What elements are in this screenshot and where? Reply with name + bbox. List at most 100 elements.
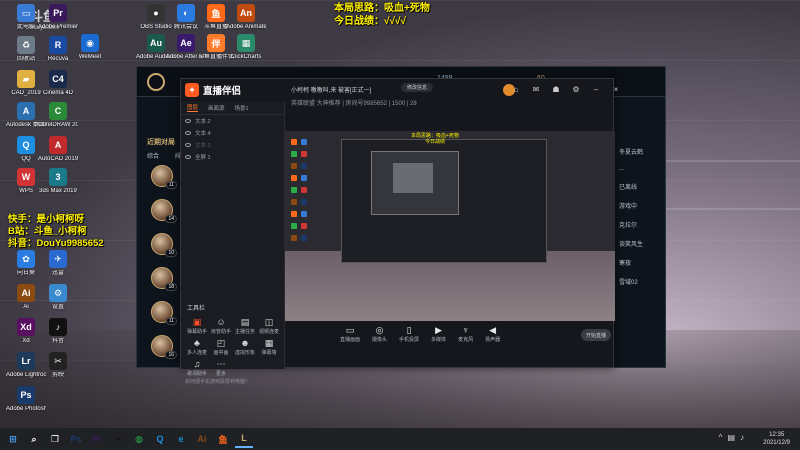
desktop-icon[interactable]: ✂ 剪映: [38, 352, 78, 396]
tool-admin[interactable]: ☺ 房管助手: [209, 317, 233, 335]
friend-entry[interactable]: 谈笑风生: [619, 239, 659, 248]
champion-portrait[interactable]: 11: [151, 165, 177, 189]
taskbar-qq[interactable]: Q: [151, 430, 169, 448]
close-icon[interactable]: ×: [611, 84, 621, 94]
control-label: 多媒体: [431, 337, 447, 343]
desktop-icon[interactable]: ◉ WeMeet: [70, 34, 110, 78]
tab-layers[interactable]: 图层: [187, 103, 199, 112]
control-microphone[interactable]: ♆ 麦克风: [458, 325, 473, 343]
layer-item[interactable]: 文本 3: [181, 139, 284, 151]
layer-item[interactable]: 文本 4: [181, 127, 284, 139]
champion-level: 16: [165, 351, 177, 359]
multi-link-icon: ♣: [194, 338, 200, 348]
start-stream-button[interactable]: 开始直播: [581, 329, 611, 341]
tools-section-title: 工具栏: [187, 306, 206, 312]
friend-entry[interactable]: 克拉尔: [619, 220, 659, 229]
autodesk-icon: A: [17, 102, 35, 120]
stream-companion-window[interactable]: ✦ 直播伴侣 小柯柯 嗷嗷叫,来 被害[正式一] 英雄联盟 大神推荐 | 房间号…: [180, 78, 618, 385]
champion-portrait[interactable]: 11: [151, 301, 177, 325]
tab-overall[interactable]: 综合: [147, 154, 159, 160]
tool-barrage-wall[interactable]: ▦ 弹幕墙: [257, 337, 281, 357]
capcut-icon: ✂: [114, 433, 122, 444]
taskbar-capcut[interactable]: ✂: [109, 430, 127, 448]
tools-grid: ▣ 弹幕助手 ☺ 房管助手 ▤ 主播任务 ◫ 视频连麦 ♣ 多人连麦 ◰ 画中画 ☻ 虚拟形象 ▦ 弹幕墙 ♫ 歌…: [185, 317, 281, 378]
barrage-wall-icon: ▦: [264, 337, 274, 348]
desktop-icon[interactable]: 3 3ds Max 2019: [38, 168, 78, 212]
illustrator-icon: Ai: [197, 434, 207, 444]
chevron-up-icon[interactable]: ^: [719, 433, 723, 442]
shirt-icon[interactable]: ☗: [551, 84, 561, 94]
league-icon: L: [241, 433, 247, 443]
friend-entry[interactable]: 冬夏云鹤: [619, 147, 659, 156]
coreldraw-icon: C: [49, 102, 67, 120]
friend-entry[interactable]: 寒夜: [619, 258, 659, 267]
tool-label: 主播任务: [234, 329, 255, 335]
room-meta: 英雄联盟 大神推荐 | 房间号9985652 | 1500 | 28: [291, 101, 417, 107]
edit-info-button[interactable]: 修改信息: [401, 83, 434, 92]
room-title: 小柯柯 嗷嗷叫,来 被害[正式一]: [291, 88, 372, 94]
eye-icon[interactable]: [185, 143, 191, 147]
tool-task[interactable]: ▤ 主播任务: [233, 317, 257, 336]
control-phone-cast[interactable]: ▯ 手机投屏: [399, 325, 419, 343]
taskbar-windows-start[interactable]: ⊞: [4, 430, 22, 448]
overlay-strategy: 本局思路：吸血+死物: [334, 3, 430, 14]
taskbar-edge[interactable]: e: [172, 430, 190, 448]
live-preview[interactable]: 本局思路：吸血+死物 今日战绩: [285, 131, 615, 321]
eye-icon[interactable]: [185, 119, 191, 123]
layer-item[interactable]: 文本 2: [181, 115, 284, 127]
champion-portrait[interactable]: 18: [151, 267, 177, 291]
tool-more[interactable]: ⋯ 更多: [209, 358, 233, 378]
taskbar-league[interactable]: L: [235, 430, 253, 448]
taskbar-wechat[interactable]: ◍: [130, 430, 148, 448]
league-logo-icon[interactable]: [147, 72, 165, 91]
taskbar-illustrator[interactable]: Ai: [193, 430, 211, 448]
tab-sources[interactable]: 画面源: [208, 104, 225, 112]
clock-time: 12:35: [769, 432, 785, 438]
taskbar-premiere[interactable]: Pr: [88, 430, 106, 448]
friend-entry[interactable]: 游戏中: [619, 201, 659, 210]
wemeet-icon: ◉: [81, 34, 99, 52]
preview-app-icon: [291, 175, 297, 181]
friend-entry[interactable]: 已离线: [619, 182, 659, 191]
champion-portrait[interactable]: 16: [151, 335, 177, 359]
tool-lyrics[interactable]: ♫ 歌词助手: [185, 359, 209, 377]
preview-app-icon: [301, 163, 307, 169]
control-screen[interactable]: ▭ 直播画面: [340, 325, 360, 343]
eye-icon[interactable]: [185, 155, 191, 159]
control-speaker[interactable]: ◀ 扬声器: [485, 325, 500, 343]
tool-multi-link[interactable]: ♣ 多人连麦: [185, 338, 209, 356]
taskbar-task-view[interactable]: ❐: [46, 430, 64, 448]
taskbar-douyu[interactable]: 鱼: [214, 430, 232, 448]
friend-entry[interactable]: 雪域02: [619, 277, 659, 286]
control-camera[interactable]: ◎ 摄像头: [372, 325, 387, 343]
clock[interactable]: 12:35 2021/12/9: [763, 431, 790, 447]
champion-portrait[interactable]: 14: [151, 199, 177, 223]
tool-avatar[interactable]: ☻ 虚拟形象: [233, 338, 257, 356]
preview-app-icon: [291, 139, 297, 145]
cast-tip[interactable]: 如何把手机游戏投屏到电脑？: [185, 378, 250, 385]
control-media[interactable]: ▶ 多媒体: [431, 325, 446, 343]
preview-app-icon: [291, 235, 297, 241]
stream-left-panel: 图层 画面源 场景1 文本 2 文本 4 文本 3 全屏 1 工具栏 ▣ 弹幕助手 ☺ 房管…: [181, 101, 285, 385]
room-info: 小柯柯 嗷嗷叫,来 被害[正式一] 英雄联盟 大神推荐 | 房间号9985652…: [291, 85, 417, 107]
settings-icon[interactable]: ⚙: [571, 84, 581, 94]
volume-icon[interactable]: ♪: [740, 433, 744, 442]
minimize-icon[interactable]: –: [591, 84, 601, 94]
taskbar-search[interactable]: ⌕: [25, 430, 43, 448]
premiere-icon: Pr: [92, 434, 102, 444]
mail-icon[interactable]: ✉: [531, 84, 541, 94]
friend-entry[interactable]: ...: [619, 166, 659, 172]
photoshop-icon: Ps: [70, 434, 82, 444]
shop-icon[interactable]: ⌂: [511, 84, 521, 94]
tool-pip[interactable]: ◰ 画中画: [209, 338, 233, 357]
tool-video-link[interactable]: ◫ 视频连麦: [257, 317, 281, 336]
taskbar-photoshop[interactable]: Ps: [67, 430, 85, 448]
champion-portrait[interactable]: 10: [151, 233, 177, 257]
layer-item[interactable]: 全屏 1: [181, 151, 284, 163]
eye-icon[interactable]: [185, 131, 191, 135]
tab-scene[interactable]: 场景1: [235, 104, 249, 112]
more-icon: ⋯: [216, 358, 226, 369]
tool-barrage[interactable]: ▣ 弹幕助手: [185, 317, 209, 336]
network-icon[interactable]: ▤: [727, 433, 735, 442]
tool-label: 虚拟形象: [234, 350, 255, 356]
